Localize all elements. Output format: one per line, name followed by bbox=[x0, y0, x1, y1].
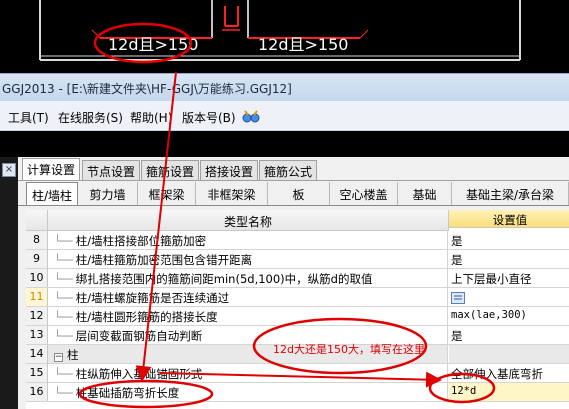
subtab-shear-wall[interactable]: 剪力墙 bbox=[78, 182, 138, 205]
row-value[interactable]: 是 bbox=[449, 231, 569, 249]
tab-stirrup-settings[interactable]: 箍筋设置 bbox=[141, 160, 200, 180]
header-setting-value: 设置值 bbox=[449, 210, 569, 228]
background-gap bbox=[0, 131, 569, 157]
row-name: └── 柱基础插筋弯折长度 bbox=[48, 383, 448, 401]
row-number: 14 bbox=[26, 345, 48, 363]
row-name: └── 柱/墙柱箍筋加密范围包含错开距离 bbox=[48, 250, 448, 268]
cad-label-left: 12d且>150 bbox=[108, 35, 199, 54]
cad-drawing: 12d且>150 12d且>150 bbox=[0, 0, 569, 73]
subtab-foundation-beam[interactable]: 基础主梁/承台梁 bbox=[452, 182, 569, 205]
row-name-text: 柱/墙柱螺旋箍筋是否连续通过 bbox=[75, 291, 230, 305]
row-value[interactable]: max(lae,300) bbox=[449, 307, 569, 325]
window-titlebar: GGJ2013 - [E:\新建文件夹\HF-GGJ\万能练习.GGJ12] bbox=[0, 73, 569, 101]
subtab-column[interactable]: 柱/墙柱 bbox=[26, 182, 78, 205]
row-name-text: 柱基础插筋弯折长度 bbox=[75, 386, 180, 400]
row-value[interactable]: 上下层最小直径 bbox=[449, 269, 569, 287]
header-type-name: 类型名称 bbox=[48, 210, 449, 231]
tab-lap-settings[interactable]: 搭接设置 bbox=[200, 160, 259, 180]
row-name-text: 层间变截面钢筋自动判断 bbox=[75, 329, 203, 343]
table-row[interactable]: 12 └── 柱/墙柱圆形箍筋的搭接长度 max(lae,300) bbox=[26, 307, 569, 326]
menu-help[interactable]: 帮助(H) bbox=[130, 109, 172, 126]
table-row[interactable]: 8 └── 柱/墙柱搭接部位箍筋加密 是 bbox=[26, 231, 569, 250]
row-name-text: 柱/墙柱搭接部位箍筋加密 bbox=[75, 234, 207, 248]
menubar: 工具(T) 在线服务(S) 帮助(H) 版本号(B) bbox=[0, 101, 569, 131]
row-number: 13 bbox=[26, 326, 48, 344]
subtab-non-frame-beam[interactable]: 非框架梁 bbox=[196, 182, 268, 205]
subtab-foundation[interactable]: 基础 bbox=[398, 182, 452, 205]
annotation-text: 12d大还是150大，填写在这里 bbox=[273, 343, 425, 356]
menu-version[interactable]: 版本号(B) bbox=[182, 109, 236, 126]
subtab-hollow-floor[interactable]: 空心楼盖 bbox=[330, 182, 398, 205]
tab-node-settings[interactable]: 节点设置 bbox=[82, 160, 141, 180]
tab-divider bbox=[18, 180, 569, 181]
table-row[interactable]: 9 └── 柱/墙柱箍筋加密范围包含错开距离 是 bbox=[26, 250, 569, 269]
row-number: 10 bbox=[26, 269, 48, 287]
row-name: └── 柱/墙柱搭接部位箍筋加密 bbox=[48, 231, 448, 249]
left-panel-edge: × bbox=[0, 157, 18, 409]
row-number: 8 bbox=[26, 231, 48, 249]
header-corner bbox=[26, 210, 48, 231]
menu-tools[interactable]: 工具(T) bbox=[8, 109, 49, 126]
row-name: └── 柱纵筋伸入基础锚固形式 bbox=[48, 364, 448, 382]
row-name-text: 柱纵筋伸入基础锚固形式 bbox=[75, 367, 203, 381]
close-icon[interactable]: × bbox=[2, 163, 16, 177]
cad-label-right: 12d且>150 bbox=[258, 35, 349, 54]
table-row[interactable]: 10 └── 绑扎搭接范围内的箍筋间距min(5d,100)中，纵筋d的取值 上下… bbox=[26, 269, 569, 288]
subtab-frame-beam[interactable]: 框架梁 bbox=[138, 182, 196, 205]
dropdown-icon[interactable] bbox=[451, 291, 465, 304]
settings-table: 类型名称 设置值 8 └── 柱/墙柱搭接部位箍筋加密 是 9 └── 柱/墙柱箍筋… bbox=[26, 210, 569, 409]
row-name-text: 绑扎搭接范围内的箍筋间距min(5d,100)中，纵筋d的取值 bbox=[75, 272, 373, 286]
row-number: 11 bbox=[26, 288, 48, 306]
tab-calc-settings[interactable]: 计算设置 bbox=[22, 158, 81, 181]
sub-tab-bar: 柱/墙柱 剪力墙 框架梁 非框架梁 板 空心楼盖 基础 基础主梁/承台梁 bbox=[18, 182, 569, 206]
table-row-selected[interactable]: 16 └── 柱基础插筋弯折长度 12*d bbox=[26, 383, 569, 402]
window-title: GGJ2013 - [E:\新建文件夹\HF-GGJ\万能练习.GGJ12] bbox=[2, 82, 292, 96]
tab-stirrup-formula[interactable]: 箍筋公式 bbox=[259, 160, 318, 180]
row-number: 15 bbox=[26, 364, 48, 382]
settings-dialog: 计算设置 节点设置 箍筋设置 搭接设置 箍筋公式 柱/墙柱 剪力墙 框架梁 非框… bbox=[18, 157, 569, 409]
glasses-icon[interactable] bbox=[242, 108, 260, 124]
row-number: 9 bbox=[26, 250, 48, 268]
row-value[interactable]: 是 bbox=[449, 250, 569, 268]
row-name: └── 柱/墙柱螺旋箍筋是否连续通过 bbox=[48, 288, 448, 306]
row-name-text: 柱 bbox=[67, 348, 79, 362]
row-value[interactable]: 是 bbox=[449, 326, 569, 344]
menu-online-service[interactable]: 在线服务(S) bbox=[58, 109, 123, 126]
table-row[interactable]: 11 └──柱/墙柱螺旋箍筋是否连续通过 是 bbox=[26, 288, 569, 307]
row-number: 12 bbox=[26, 307, 48, 325]
subtab-slab[interactable]: 板 bbox=[268, 182, 330, 205]
row-value bbox=[449, 345, 569, 363]
subtab-divider bbox=[18, 205, 569, 206]
row-name: └── 绑扎搭接范围内的箍筋间距min(5d,100)中，纵筋d的取值 bbox=[48, 269, 448, 287]
row-name-text: 柱/墙柱圆形箍筋的搭接长度 bbox=[75, 310, 218, 324]
row-name: └── 柱/墙柱圆形箍筋的搭接长度 bbox=[48, 307, 448, 325]
row-value-input[interactable]: 12*d bbox=[449, 383, 569, 401]
row-value[interactable]: 是 bbox=[449, 288, 569, 306]
table-row[interactable]: 15 └── 柱纵筋伸入基础锚固形式 全部伸入基底弯折 bbox=[26, 364, 569, 383]
row-value[interactable]: 全部伸入基底弯折 bbox=[449, 364, 569, 382]
row-number: 16 bbox=[26, 383, 48, 401]
collapse-icon[interactable]: − bbox=[54, 353, 63, 362]
row-name-text: 柱/墙柱箍筋加密范围包含错开距离 bbox=[75, 253, 253, 267]
